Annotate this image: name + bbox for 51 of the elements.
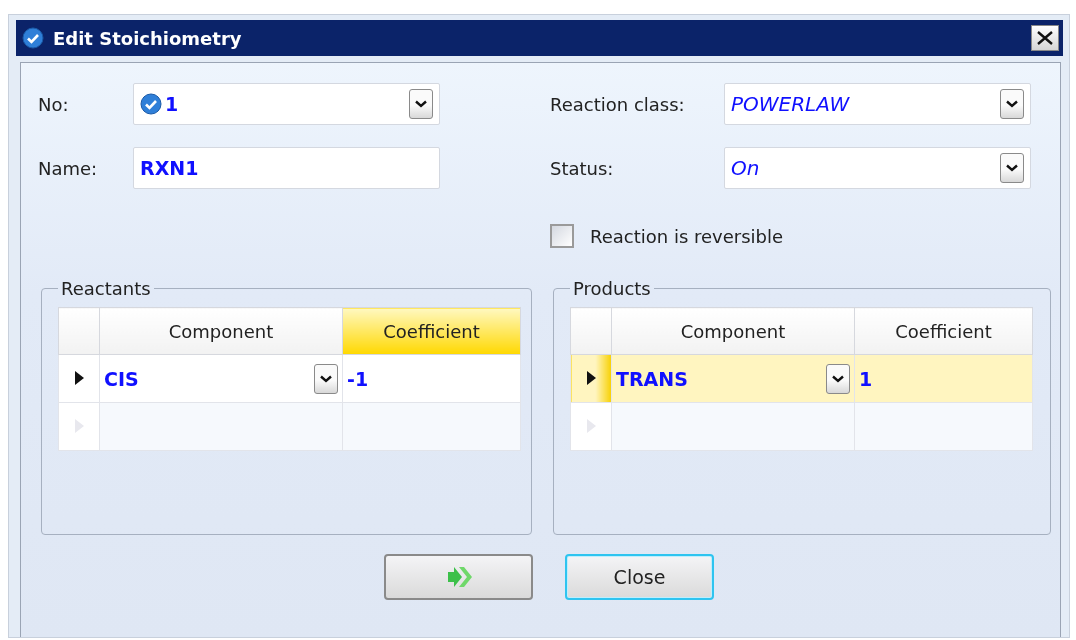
close-icon	[1036, 30, 1054, 46]
corner-header	[58, 307, 100, 355]
chevron-down-icon	[320, 374, 332, 383]
table-cell[interactable]: CIS	[99, 354, 343, 403]
column-header[interactable]: Component	[99, 307, 343, 355]
table-cell[interactable]: TRANS	[611, 354, 855, 403]
dropdown-button[interactable]	[1000, 153, 1024, 183]
table-cell[interactable]	[99, 402, 343, 451]
dropdown-button[interactable]	[826, 363, 850, 394]
cell-text: CIS	[104, 367, 139, 390]
check-badge-icon	[22, 27, 44, 49]
table-cell[interactable]: -1	[342, 354, 521, 403]
check-badge-icon	[140, 93, 162, 115]
dropdown-button[interactable]	[314, 363, 338, 394]
field-value: POWERLAW	[731, 92, 851, 116]
close-button[interactable]	[1031, 25, 1059, 51]
table-cell[interactable]	[611, 402, 855, 451]
column-header[interactable]: Coefficient	[342, 307, 521, 355]
dropdown-field[interactable]: On	[724, 147, 1031, 189]
chevron-down-icon	[1006, 164, 1018, 172]
run-button[interactable]	[384, 554, 533, 600]
dropdown-button[interactable]	[409, 89, 433, 119]
field-value: 1	[165, 93, 180, 115]
column-header[interactable]: Coefficient	[854, 307, 1033, 355]
table-cell[interactable]: 1	[854, 354, 1033, 403]
dropdown-button[interactable]	[1000, 89, 1024, 119]
chevron-down-icon	[1006, 100, 1018, 108]
close-button[interactable]: Close	[565, 554, 714, 600]
cell-text: TRANS	[616, 367, 688, 390]
dropdown-field[interactable]: 1	[133, 83, 440, 125]
field-label: Status:	[550, 157, 615, 179]
table-cell[interactable]	[342, 402, 521, 451]
field-label: Reaction class:	[550, 93, 686, 115]
column-header[interactable]: Component	[611, 307, 855, 355]
field-label: No:	[38, 93, 70, 115]
window-title: Edit Stoichiometry	[53, 27, 243, 49]
row-header[interactable]	[58, 354, 100, 403]
checkbox[interactable]	[550, 224, 574, 248]
chevron-down-icon	[832, 374, 844, 383]
group-title: Reactants	[60, 278, 152, 299]
row-header[interactable]	[570, 354, 612, 403]
corner-header	[570, 307, 612, 355]
text-field[interactable]: RXN1	[133, 147, 440, 189]
chevron-down-icon	[415, 100, 427, 108]
group-title: Products	[572, 278, 652, 299]
field-label: Name:	[38, 157, 99, 179]
table-cell[interactable]	[854, 402, 1033, 451]
dropdown-field[interactable]: POWERLAW	[724, 83, 1031, 125]
field-value: On	[731, 156, 761, 180]
checkbox-label: Reaction is reversible	[590, 225, 784, 247]
double-arrow-icon	[445, 566, 472, 588]
